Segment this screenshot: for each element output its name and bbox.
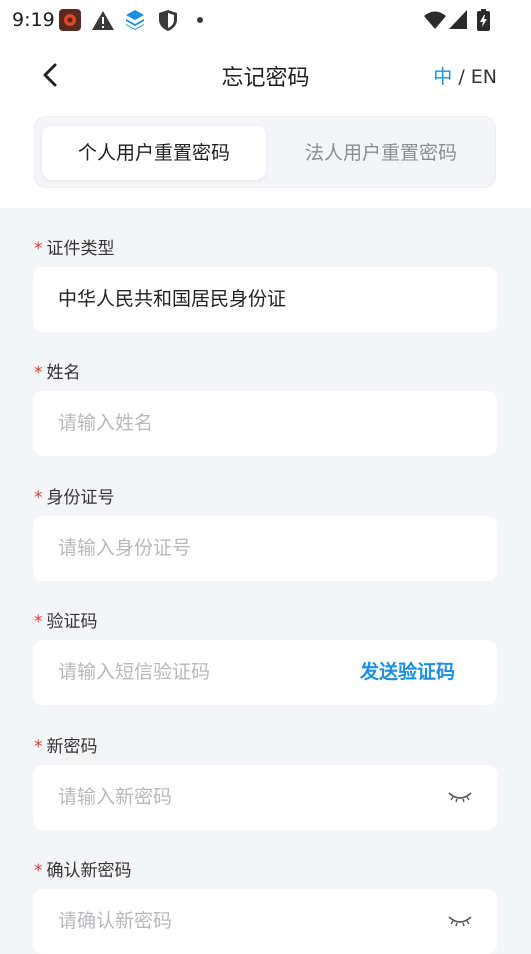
user-type-tabs: 个人用户重置密码 法人用户重置密码 [34,116,496,188]
required-mark: * [34,737,43,757]
language-switch[interactable]: 中 / EN [433,62,497,89]
layers-icon [126,10,144,30]
sms-code-input[interactable]: 请输入短信验证码 发送验证码 [33,640,497,705]
confirm-password-input[interactable]: 请确认新密码 [33,889,497,954]
warning-icon [92,11,114,30]
name-label: * 姓名 [34,363,81,383]
confirm-password-placeholder: 请确认新密码 [58,910,173,932]
id-type-label: * 证件类型 [34,239,115,259]
required-mark: * [34,488,43,508]
more-dot-icon [197,17,203,23]
nav-bar: 忘记密码 中 / EN [0,38,531,110]
lang-zh-option[interactable]: 中 [433,66,452,88]
battery-charging-icon [477,9,490,31]
lang-en-option[interactable]: EN [471,66,497,88]
required-mark: * [34,612,43,632]
eye-closed-icon[interactable] [447,913,473,929]
id-number-label: * 身份证号 [34,488,115,508]
sms-code-label: * 验证码 [34,612,98,632]
name-placeholder: 请输入姓名 [58,412,154,434]
required-mark: * [34,239,43,259]
eye-closed-icon[interactable] [447,789,473,805]
status-time: 9:19 [12,9,55,31]
id-type-value: 中华人民共和国居民身份证 [58,288,287,310]
tab-corporate-reset[interactable]: 法人用户重置密码 [273,126,489,180]
required-mark: * [34,861,43,881]
header-area: 9:19 忘记密码 中 / EN 个人用户重置密码 法人用户重置密码 [0,0,531,208]
id-number-placeholder: 请输入身份证号 [58,537,192,559]
wifi-icon [424,11,446,29]
send-code-button[interactable]: 发送验证码 [360,640,455,705]
lang-separator: / [452,66,471,88]
app-notification-icon [59,9,81,31]
status-bar: 9:19 [0,0,531,38]
signal-icon [449,10,467,29]
name-input[interactable]: 请输入姓名 [33,391,497,456]
id-number-input[interactable]: 请输入身份证号 [33,516,497,581]
confirm-password-label: * 确认新密码 [34,861,132,881]
required-mark: * [34,363,43,383]
new-password-placeholder: 请输入新密码 [58,786,173,808]
id-type-select[interactable]: 中华人民共和国居民身份证 [33,267,497,332]
sms-code-placeholder: 请输入短信验证码 [58,661,211,683]
shield-icon [159,10,177,31]
new-password-input[interactable]: 请输入新密码 [33,765,497,830]
tab-personal-reset[interactable]: 个人用户重置密码 [42,126,266,180]
new-password-label: * 新密码 [34,737,98,757]
